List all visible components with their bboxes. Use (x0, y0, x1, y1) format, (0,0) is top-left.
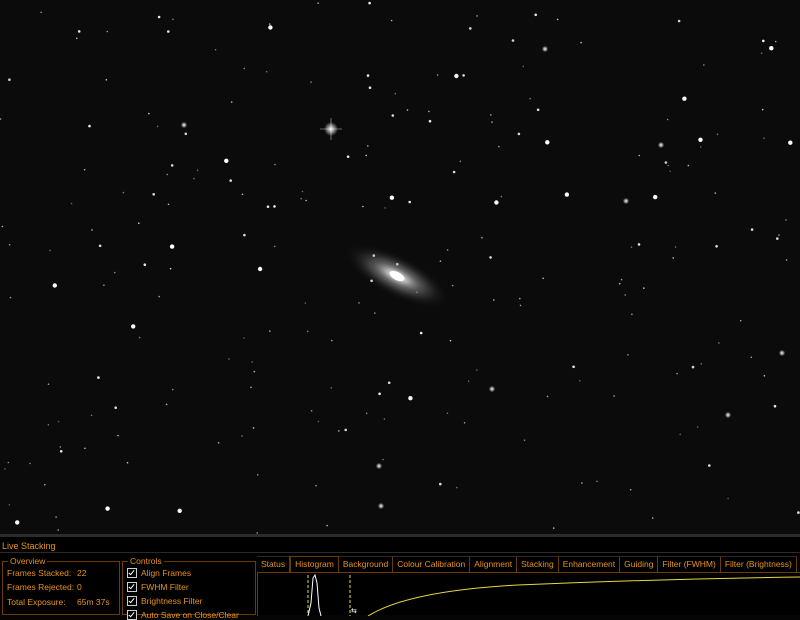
overview-group: Overview Frames Stacked: 22 Frames Rejec… (2, 556, 120, 615)
fwhm-filter-checkbox[interactable]: FWHM Filter (127, 582, 189, 592)
tab-histogram[interactable]: Histogram (290, 556, 339, 573)
frames-stacked-stat: Frames Stacked: 22 (7, 568, 86, 578)
checkbox-checked-icon[interactable] (127, 596, 137, 606)
align-frames-label: Align Frames (141, 568, 192, 578)
tab-background[interactable]: Background (338, 556, 394, 573)
tab-filter-fwhm[interactable]: Filter (FWHM) (658, 556, 721, 573)
frames-stacked-label: Frames Stacked: (7, 568, 72, 578)
controls-title: Controls (128, 556, 164, 566)
tab-bar: Status Histogram Background Colour Calib… (257, 556, 797, 573)
tab-filter-brightness[interactable]: Filter (Brightness) (720, 556, 797, 573)
frames-stacked-value: 22 (77, 568, 87, 578)
total-exposure-value: 65m 37s (77, 597, 110, 607)
overview-title: Overview (8, 556, 48, 566)
histogram-tab-content: ⇆ (257, 572, 800, 616)
bright-star (320, 118, 342, 140)
tab-guiding[interactable]: Guiding (620, 556, 659, 573)
total-exposure-stat: Total Exposure: 65m 37s (7, 597, 110, 607)
align-frames-checkbox[interactable]: Align Frames (127, 568, 191, 578)
curve-handle-icon[interactable]: ⇆ (351, 607, 357, 615)
frames-rejected-label: Frames Rejected: (7, 582, 75, 592)
checkbox-checked-icon[interactable] (127, 568, 137, 578)
live-stacking-panel: Live Stacking Overview Frames Stacked: 2… (0, 534, 800, 620)
panel-title: Live Stacking (2, 541, 56, 551)
total-exposure-label: Total Exposure: (7, 597, 66, 607)
checkbox-checked-icon[interactable] (127, 582, 137, 592)
brightness-filter-label: Brightness Filter (141, 596, 203, 606)
controls-group: Controls Align Frames FWHM Filter Bright… (122, 556, 256, 620)
tab-status[interactable]: Status (257, 556, 291, 573)
brightness-filter-checkbox[interactable]: Brightness Filter (127, 596, 202, 606)
stacked-image-view[interactable] (0, 0, 800, 534)
tab-colour-calibration[interactable]: Colour Calibration (393, 556, 471, 573)
histogram-plot[interactable]: ⇆ (258, 573, 800, 616)
tab-stacking[interactable]: Stacking (517, 556, 559, 573)
stretch-curve (367, 576, 800, 616)
fwhm-filter-label: FWHM Filter (141, 582, 189, 592)
galaxy (344, 243, 450, 309)
frames-rejected-stat: Frames Rejected: 0 (7, 582, 82, 592)
tab-alignment[interactable]: Alignment (470, 556, 518, 573)
divider (0, 552, 800, 553)
frames-rejected-value: 0 (77, 582, 82, 592)
histogram-peak (307, 573, 322, 616)
tab-enhancement[interactable]: Enhancement (558, 556, 621, 573)
